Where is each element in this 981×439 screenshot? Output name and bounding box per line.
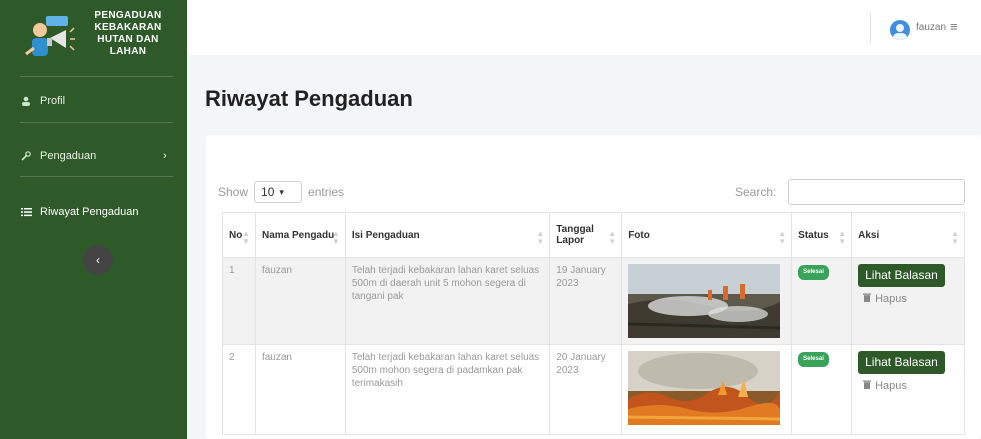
- column-header-no[interactable]: No ▲ ▼: [222, 212, 256, 258]
- view-reply-button[interactable]: Lihat Balasan: [858, 351, 945, 374]
- sort-icon: ▲ ▼: [536, 229, 545, 246]
- column-header-foto[interactable]: Foto ▲ ▼: [621, 212, 793, 258]
- sidebar-divider: [20, 122, 173, 123]
- sidebar-item-profil[interactable]: Profil: [20, 95, 65, 107]
- column-header-label: Foto: [628, 229, 650, 241]
- column-header-label: Nama Pengadu: [261, 229, 335, 241]
- topbar-divider: [870, 12, 871, 44]
- cell-nama: fauzan: [254, 344, 346, 435]
- column-header-label: Tanggal Lapor: [556, 224, 594, 246]
- column-header-isi-pengaduan[interactable]: Isi Pengaduan ▲ ▼: [344, 212, 551, 258]
- column-header-label: Status: [798, 229, 829, 241]
- sidebar: PENGADUAN KEBAKARAN HUTAN DAN LAHAN Prof…: [0, 0, 187, 439]
- status-badge: Selesai: [798, 265, 829, 280]
- sidebar-divider: [20, 176, 173, 177]
- cell-no: 2: [222, 344, 256, 435]
- cell-status: Selesai: [791, 344, 853, 435]
- brand-line-1: PENGADUAN: [94, 10, 162, 21]
- sidebar-item-riwayat-pengaduan[interactable]: Riwayat Pengaduan: [20, 206, 138, 218]
- delete-button-label: Hapus: [875, 380, 907, 392]
- complaints-table: No ▲ ▼ Nama Pengadu ▲ ▼ Isi Pengaduan ▲ ▼ Tang…: [222, 212, 965, 435]
- sort-icon: ▲ ▼: [608, 229, 617, 246]
- search-label: Search:: [735, 185, 777, 199]
- column-header-label: No: [229, 229, 243, 241]
- chevron-left-icon: ‹: [96, 253, 100, 267]
- search-input[interactable]: [788, 179, 965, 205]
- cell-aksi: Lihat Balasan Hapus: [851, 344, 965, 435]
- cell-tanggal: 19 January 2023: [549, 257, 623, 345]
- delete-button-label: Hapus: [875, 293, 907, 305]
- cell-aksi: Lihat Balasan Hapus: [851, 257, 965, 345]
- table-row: 1 fauzan Telah terjadi kebakaran lahan k…: [222, 257, 965, 345]
- cell-foto: [621, 257, 793, 345]
- wrench-icon: [20, 150, 32, 162]
- sort-icon: ▲ ▼: [242, 229, 250, 246]
- sort-icon: ▲ ▼: [331, 229, 340, 246]
- brand-logo: [20, 8, 76, 64]
- cell-isi: Telah terjadi kebakaran lahan karet selu…: [344, 344, 551, 435]
- cell-status: Selesai: [791, 257, 853, 345]
- column-header-status[interactable]: Status ▲ ▼: [791, 212, 853, 258]
- column-header-aksi[interactable]: Aksi ▲ ▼: [851, 212, 965, 258]
- menu-icon[interactable]: ≡: [950, 19, 958, 34]
- brand-line-3: HUTAN DAN: [97, 34, 159, 45]
- sidebar-item-label: Riwayat Pengaduan: [40, 206, 139, 218]
- show-label: Show: [218, 185, 249, 199]
- cell-foto: [621, 344, 793, 435]
- entries-select-value: 10: [261, 185, 275, 199]
- chevron-right-icon[interactable]: ›: [163, 150, 167, 162]
- app-root: PENGADUAN KEBAKARAN HUTAN DAN LAHAN Prof…: [0, 0, 981, 439]
- trash-icon: [863, 380, 872, 393]
- delete-button[interactable]: Hapus: [863, 293, 907, 306]
- brand-line-4: LAHAN: [109, 46, 147, 57]
- sidebar-item-label: Profil: [40, 95, 66, 107]
- brand-title: PENGADUAN KEBAKARAN HUTAN DAN LAHAN: [78, 10, 178, 58]
- user-icon: [20, 95, 32, 107]
- fire-photo-1: [628, 264, 781, 338]
- brand[interactable]: PENGADUAN KEBAKARAN HUTAN DAN LAHAN: [0, 0, 187, 75]
- entries-label: entries: [308, 185, 345, 199]
- column-header-label: Isi Pengaduan: [351, 229, 420, 241]
- chevron-down-icon: ▾: [279, 186, 284, 197]
- sidebar-divider: [20, 76, 173, 77]
- sort-icon: ▲ ▼: [778, 229, 787, 246]
- column-header-label: Aksi: [858, 229, 880, 241]
- trash-icon: [863, 293, 872, 306]
- entries-select[interactable]: 10 ▾: [254, 181, 303, 203]
- cell-tanggal: 20 January 2023: [549, 344, 623, 435]
- cell-nama: fauzan: [254, 257, 346, 345]
- avatar[interactable]: [890, 20, 910, 40]
- sidebar-item-label: Pengaduan: [40, 150, 97, 162]
- show-entries: Show 10 ▾ entries: [218, 181, 344, 203]
- table-row: 2 fauzan Telah terjadi kebakaran lahan k…: [222, 344, 965, 435]
- view-reply-button[interactable]: Lihat Balasan: [858, 264, 945, 287]
- cell-isi: Telah terjadi kebakaran lahan karet selu…: [344, 257, 551, 345]
- user-name[interactable]: fauzan: [916, 22, 946, 33]
- table-header-row: No ▲ ▼ Nama Pengadu ▲ ▼ Isi Pengaduan ▲ ▼ Tang…: [222, 212, 965, 258]
- sort-icon: ▲ ▼: [951, 229, 959, 246]
- brand-line-2: KEBAKARAN: [94, 22, 162, 33]
- topbar: fauzan ≡: [187, 0, 981, 55]
- sidebar-toggle-button[interactable]: ‹: [83, 245, 113, 275]
- sidebar-item-pengaduan[interactable]: Pengaduan: [20, 150, 96, 162]
- fire-photo-2: [628, 351, 781, 425]
- status-badge: Selesai: [798, 352, 829, 367]
- sort-icon: ▲ ▼: [838, 229, 847, 246]
- delete-button[interactable]: Hapus: [863, 380, 907, 393]
- column-header-tanggal-lapor[interactable]: Tanggal Lapor ▲ ▼: [549, 212, 623, 258]
- cell-no: 1: [222, 257, 256, 345]
- list-icon: [20, 206, 32, 218]
- column-header-nama-pengadu[interactable]: Nama Pengadu ▲ ▼: [254, 212, 346, 258]
- page-title: Riwayat Pengaduan: [205, 86, 413, 111]
